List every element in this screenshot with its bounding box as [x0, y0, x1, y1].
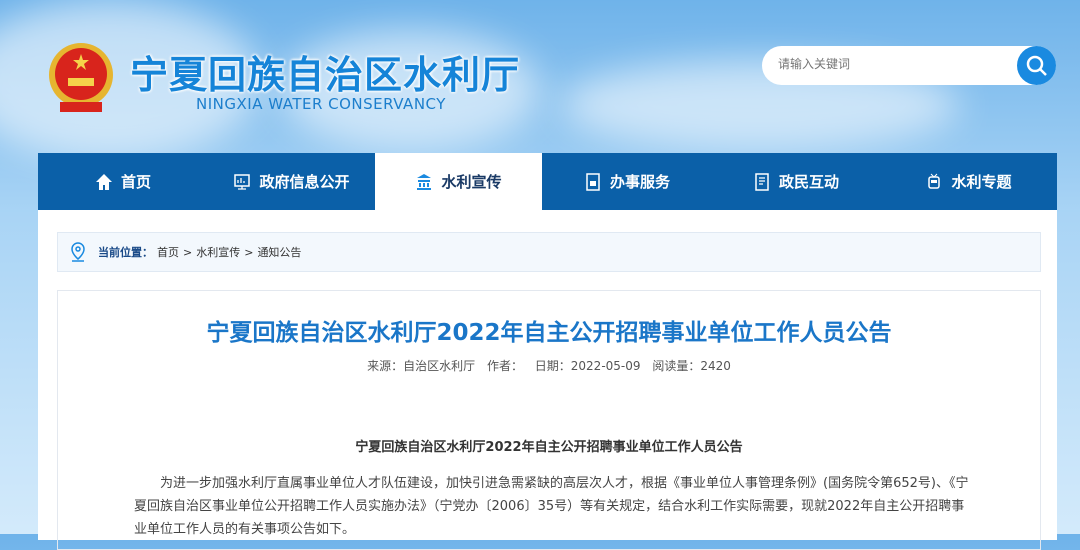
- breadcrumb-separator: >: [183, 245, 193, 259]
- nav-label: 办事服务: [609, 173, 670, 191]
- national-emblem-logo: [49, 43, 113, 112]
- content-area: 当前位置： 首页 > 水利宣传 > 通知公告 宁夏回族自治区水利厅2022年自主…: [38, 210, 1057, 550]
- article-date: 日期：2022-05-09: [534, 359, 641, 373]
- location-pin-icon: [71, 242, 85, 262]
- article-subtitle: 宁夏回族自治区水利厅2022年自主公开招聘事业单位工作人员公告: [355, 440, 743, 455]
- nav-label: 首页: [120, 173, 151, 191]
- article: 宁夏回族自治区水利厅2022年自主公开招聘事业单位工作人员公告 来源：自治区水利…: [57, 290, 1041, 550]
- article-source: 来源：自治区水利厅: [367, 359, 476, 373]
- nav-topics[interactable]: 水利专题: [880, 153, 1057, 210]
- building-icon: [417, 173, 432, 190]
- nav-publicity[interactable]: 水利宣传: [375, 153, 542, 210]
- monitor-icon: [234, 173, 251, 190]
- search-box: [762, 46, 1056, 85]
- breadcrumb: 当前位置： 首页 > 水利宣传 > 通知公告: [57, 232, 1041, 272]
- nav-label: 政府信息公开: [259, 173, 350, 191]
- site-title: 宁夏回族自治区水利厅: [130, 53, 521, 97]
- article-paragraph: 为进一步加强水利厅直属事业单位人才队伍建设，加快引进急需紧缺的高层次人才，根据《…: [134, 476, 969, 537]
- nav-label: 政民互动: [778, 173, 839, 191]
- breadcrumb-notices[interactable]: 通知公告: [257, 244, 301, 260]
- document-icon: [586, 172, 600, 191]
- nav-home[interactable]: 首页: [38, 153, 208, 210]
- nav-services[interactable]: 办事服务: [542, 153, 712, 210]
- breadcrumb-home[interactable]: 首页: [157, 244, 179, 260]
- article-views: 阅读量：2420: [652, 359, 731, 373]
- nav-label: 水利专题: [951, 173, 1012, 191]
- nav-label: 水利宣传: [441, 173, 502, 191]
- nav-gov-info[interactable]: 政府信息公开: [208, 153, 375, 210]
- breadcrumb-separator: >: [244, 245, 254, 259]
- article-title: 宁夏回族自治区水利厅2022年自主公开招聘事业单位工作人员公告: [206, 320, 892, 346]
- article-meta: 来源：自治区水利厅 作者： 日期：2022-05-09 阅读量：2420: [58, 357, 1040, 374]
- list-icon: [755, 172, 769, 191]
- article-author: 作者：: [486, 359, 523, 373]
- breadcrumb-label: 当前位置：: [98, 246, 153, 259]
- search-input[interactable]: [778, 57, 1018, 71]
- train-icon: [928, 173, 941, 189]
- home-icon: [95, 173, 112, 190]
- main-nav: 首页 政府信息公开 水利宣传 办事服务 政民互动 水利专题: [38, 153, 1057, 210]
- nav-interaction[interactable]: 政民互动: [712, 153, 880, 210]
- search-icon: [1026, 55, 1047, 76]
- search-button[interactable]: [1017, 46, 1056, 85]
- site-subtitle: NINGXIA WATER CONSERVANCY: [196, 95, 446, 113]
- breadcrumb-publicity[interactable]: 水利宣传: [196, 244, 240, 260]
